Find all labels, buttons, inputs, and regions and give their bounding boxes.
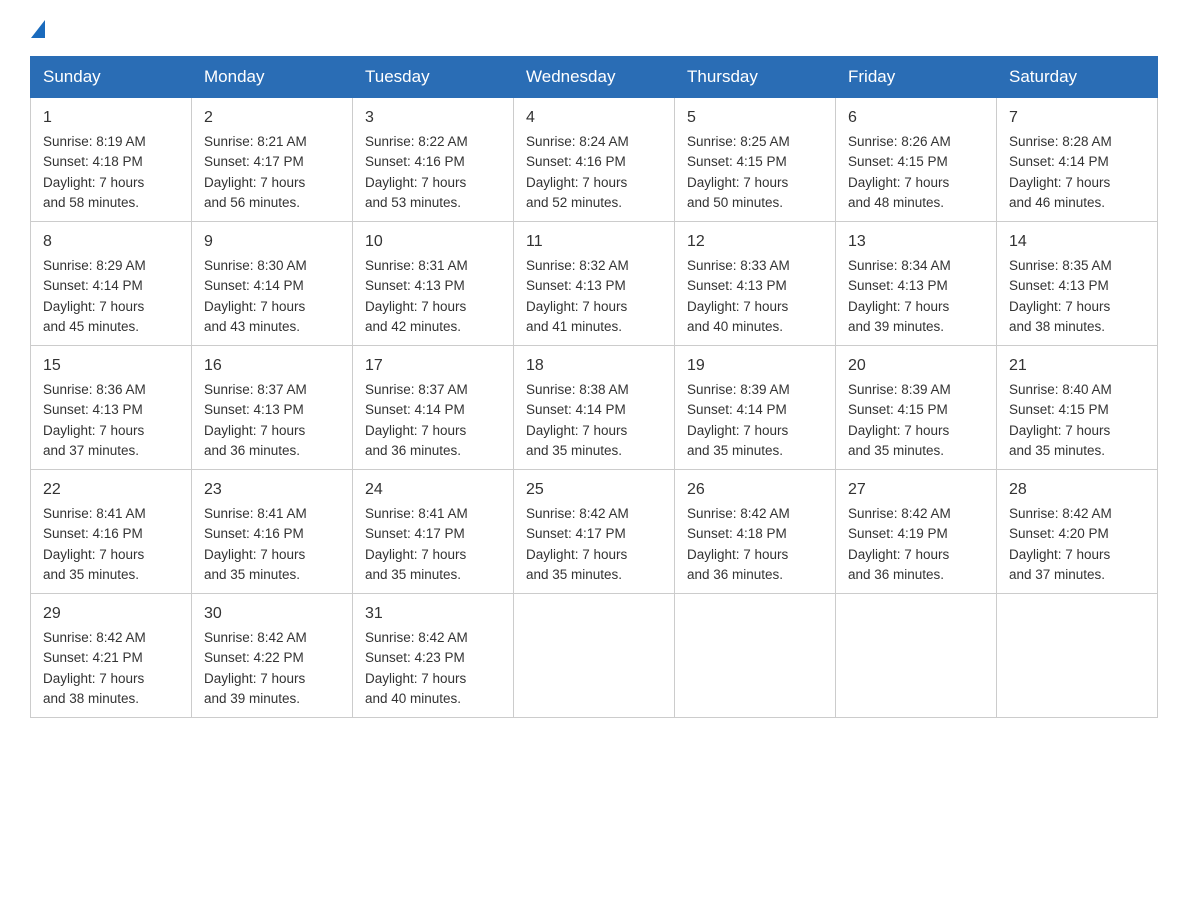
calendar-cell: 3Sunrise: 8:22 AMSunset: 4:16 PMDaylight… (353, 98, 514, 222)
calendar-cell: 29Sunrise: 8:42 AMSunset: 4:21 PMDayligh… (31, 594, 192, 718)
calendar-cell: 28Sunrise: 8:42 AMSunset: 4:20 PMDayligh… (997, 470, 1158, 594)
day-number: 18 (526, 354, 662, 378)
day-number: 21 (1009, 354, 1145, 378)
calendar-cell: 11Sunrise: 8:32 AMSunset: 4:13 PMDayligh… (514, 222, 675, 346)
calendar-cell: 19Sunrise: 8:39 AMSunset: 4:14 PMDayligh… (675, 346, 836, 470)
calendar-cell: 12Sunrise: 8:33 AMSunset: 4:13 PMDayligh… (675, 222, 836, 346)
day-number: 5 (687, 106, 823, 130)
calendar-cell: 8Sunrise: 8:29 AMSunset: 4:14 PMDaylight… (31, 222, 192, 346)
day-number: 20 (848, 354, 984, 378)
col-header-tuesday: Tuesday (353, 57, 514, 98)
day-number: 11 (526, 230, 662, 254)
calendar-header-row: SundayMondayTuesdayWednesdayThursdayFrid… (31, 57, 1158, 98)
col-header-monday: Monday (192, 57, 353, 98)
col-header-friday: Friday (836, 57, 997, 98)
calendar-cell: 16Sunrise: 8:37 AMSunset: 4:13 PMDayligh… (192, 346, 353, 470)
calendar-cell: 24Sunrise: 8:41 AMSunset: 4:17 PMDayligh… (353, 470, 514, 594)
day-number: 16 (204, 354, 340, 378)
day-number: 25 (526, 478, 662, 502)
calendar-cell: 7Sunrise: 8:28 AMSunset: 4:14 PMDaylight… (997, 98, 1158, 222)
day-number: 2 (204, 106, 340, 130)
day-number: 22 (43, 478, 179, 502)
calendar-week-row: 22Sunrise: 8:41 AMSunset: 4:16 PMDayligh… (31, 470, 1158, 594)
day-number: 26 (687, 478, 823, 502)
day-number: 6 (848, 106, 984, 130)
day-number: 12 (687, 230, 823, 254)
logo-line1 (30, 20, 45, 36)
calendar-cell: 4Sunrise: 8:24 AMSunset: 4:16 PMDaylight… (514, 98, 675, 222)
day-number: 14 (1009, 230, 1145, 254)
day-number: 29 (43, 602, 179, 626)
calendar-cell: 30Sunrise: 8:42 AMSunset: 4:22 PMDayligh… (192, 594, 353, 718)
calendar-cell: 20Sunrise: 8:39 AMSunset: 4:15 PMDayligh… (836, 346, 997, 470)
calendar-cell: 13Sunrise: 8:34 AMSunset: 4:13 PMDayligh… (836, 222, 997, 346)
day-number: 24 (365, 478, 501, 502)
day-number: 31 (365, 602, 501, 626)
day-number: 1 (43, 106, 179, 130)
day-number: 4 (526, 106, 662, 130)
calendar-cell: 1Sunrise: 8:19 AMSunset: 4:18 PMDaylight… (31, 98, 192, 222)
calendar-cell: 5Sunrise: 8:25 AMSunset: 4:15 PMDaylight… (675, 98, 836, 222)
day-number: 30 (204, 602, 340, 626)
day-number: 3 (365, 106, 501, 130)
day-number: 7 (1009, 106, 1145, 130)
day-number: 10 (365, 230, 501, 254)
col-header-saturday: Saturday (997, 57, 1158, 98)
calendar-week-row: 1Sunrise: 8:19 AMSunset: 4:18 PMDaylight… (31, 98, 1158, 222)
calendar-cell (836, 594, 997, 718)
calendar-cell: 6Sunrise: 8:26 AMSunset: 4:15 PMDaylight… (836, 98, 997, 222)
calendar-week-row: 8Sunrise: 8:29 AMSunset: 4:14 PMDaylight… (31, 222, 1158, 346)
calendar-cell: 31Sunrise: 8:42 AMSunset: 4:23 PMDayligh… (353, 594, 514, 718)
calendar-cell: 15Sunrise: 8:36 AMSunset: 4:13 PMDayligh… (31, 346, 192, 470)
calendar-week-row: 15Sunrise: 8:36 AMSunset: 4:13 PMDayligh… (31, 346, 1158, 470)
calendar-cell: 2Sunrise: 8:21 AMSunset: 4:17 PMDaylight… (192, 98, 353, 222)
calendar-cell (675, 594, 836, 718)
col-header-thursday: Thursday (675, 57, 836, 98)
calendar-cell: 10Sunrise: 8:31 AMSunset: 4:13 PMDayligh… (353, 222, 514, 346)
day-number: 17 (365, 354, 501, 378)
logo (30, 20, 45, 36)
day-number: 27 (848, 478, 984, 502)
day-number: 19 (687, 354, 823, 378)
day-number: 9 (204, 230, 340, 254)
col-header-wednesday: Wednesday (514, 57, 675, 98)
calendar-week-row: 29Sunrise: 8:42 AMSunset: 4:21 PMDayligh… (31, 594, 1158, 718)
page-header (30, 20, 1158, 36)
day-number: 23 (204, 478, 340, 502)
col-header-sunday: Sunday (31, 57, 192, 98)
calendar-cell: 14Sunrise: 8:35 AMSunset: 4:13 PMDayligh… (997, 222, 1158, 346)
day-number: 13 (848, 230, 984, 254)
calendar-cell: 22Sunrise: 8:41 AMSunset: 4:16 PMDayligh… (31, 470, 192, 594)
calendar-cell: 9Sunrise: 8:30 AMSunset: 4:14 PMDaylight… (192, 222, 353, 346)
calendar-cell (997, 594, 1158, 718)
calendar-cell: 21Sunrise: 8:40 AMSunset: 4:15 PMDayligh… (997, 346, 1158, 470)
calendar-table: SundayMondayTuesdayWednesdayThursdayFrid… (30, 56, 1158, 718)
calendar-cell: 23Sunrise: 8:41 AMSunset: 4:16 PMDayligh… (192, 470, 353, 594)
day-number: 15 (43, 354, 179, 378)
day-number: 28 (1009, 478, 1145, 502)
logo-arrow-icon (31, 20, 45, 38)
calendar-cell: 27Sunrise: 8:42 AMSunset: 4:19 PMDayligh… (836, 470, 997, 594)
calendar-cell: 18Sunrise: 8:38 AMSunset: 4:14 PMDayligh… (514, 346, 675, 470)
day-number: 8 (43, 230, 179, 254)
calendar-cell: 17Sunrise: 8:37 AMSunset: 4:14 PMDayligh… (353, 346, 514, 470)
calendar-cell: 26Sunrise: 8:42 AMSunset: 4:18 PMDayligh… (675, 470, 836, 594)
calendar-cell: 25Sunrise: 8:42 AMSunset: 4:17 PMDayligh… (514, 470, 675, 594)
calendar-cell (514, 594, 675, 718)
